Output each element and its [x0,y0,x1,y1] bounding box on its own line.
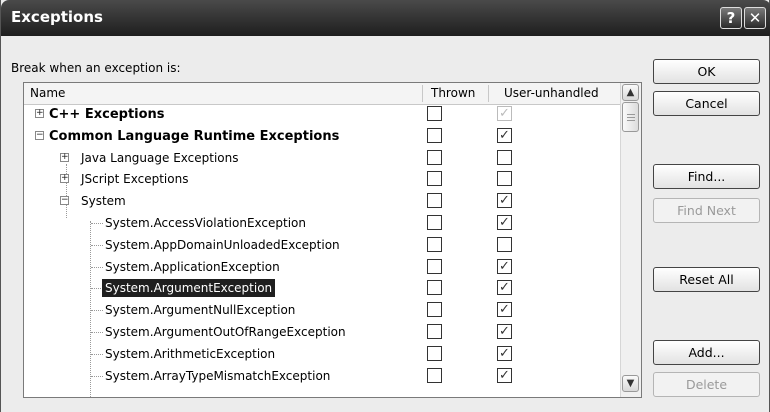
user-unhandled-checkbox[interactable]: ✓ [497,127,512,143]
exception-row[interactable]: System.ApplicationException ✓ [24,257,620,279]
expand-icon[interactable]: + [35,109,44,118]
thrown-checkbox[interactable] [427,367,442,383]
user-unhandled-checkbox[interactable] [497,171,512,187]
delete-button[interactable]: Delete [653,372,760,397]
exception-row[interactable]: − System ✓ [24,191,620,213]
user-unhandled-checkbox[interactable] [497,149,512,165]
exception-row[interactable]: System.ArgumentException ✓ [24,278,620,300]
exception-row[interactable]: − Common Language Runtime Exceptions ✓ [24,126,620,148]
thrown-checkbox[interactable] [427,345,442,361]
exception-row[interactable]: System.ArithmeticException ✓ [24,344,620,366]
user-unhandled-checkbox[interactable]: ✓ [497,280,512,296]
exceptions-tree-grid[interactable]: Name Thrown User-unhandled + C++ Exceptio… [23,82,642,398]
scroll-up-icon[interactable]: ▲ [622,84,639,101]
column-header-name[interactable]: Name [30,86,65,100]
expand-icon[interactable]: + [60,174,69,184]
exception-name[interactable]: System.ArgumentNullException [105,303,295,317]
thrown-checkbox[interactable] [427,258,442,274]
user-unhandled-checkbox[interactable]: ✓ [497,258,512,274]
cancel-button[interactable]: Cancel [653,91,760,116]
grid-header: Name Thrown User-unhandled [24,83,620,105]
expand-icon[interactable]: + [60,152,69,162]
exception-row[interactable]: + Java Language Exceptions [24,148,620,170]
exception-row[interactable]: + C++ Exceptions ✓ [24,104,620,126]
user-unhandled-checkbox[interactable]: ✓ [497,302,512,318]
find-button[interactable]: Find... [653,164,760,189]
collapse-icon[interactable]: − [60,196,69,206]
break-prompt-label: Break when an exception is: [11,61,181,75]
exception-name[interactable]: System [81,194,126,208]
thrown-checkbox[interactable] [427,280,442,296]
exception-name[interactable]: C++ Exceptions [49,107,165,122]
user-unhandled-checkbox[interactable]: ✓ [497,323,512,339]
reset-all-button[interactable]: Reset All [653,267,760,292]
thrown-checkbox[interactable] [427,127,442,143]
user-unhandled-checkbox[interactable]: ✓ [497,345,512,361]
exception-name[interactable]: System.ArrayTypeMismatchException [105,369,330,383]
close-icon[interactable]: ✕ [744,7,766,29]
exception-row[interactable]: + JScript Exceptions [24,169,620,191]
thrown-checkbox[interactable] [427,236,442,252]
vertical-scrollbar[interactable]: ▲ ▼ [620,83,641,397]
exception-name[interactable]: System.AccessViolationException [105,216,306,230]
exception-row[interactable]: System.ArgumentNullException ✓ [24,300,620,322]
exception-name[interactable]: Java Language Exceptions [81,151,239,165]
exception-name[interactable]: System.ArgumentException [102,279,276,298]
thrown-checkbox[interactable] [427,171,442,187]
title-bar: Exceptions ? ✕ [1,0,770,36]
exception-name[interactable]: System.ArgumentOutOfRangeException [105,325,346,339]
exception-name[interactable]: System.ArithmeticException [105,347,275,361]
add-button[interactable]: Add... [653,340,760,365]
thrown-checkbox[interactable] [427,193,442,209]
user-unhandled-checkbox[interactable]: ✓ [497,214,512,230]
thrown-checkbox[interactable] [427,106,442,121]
thrown-checkbox[interactable] [427,323,442,339]
column-header-thrown[interactable]: Thrown [431,86,475,100]
user-unhandled-checkbox[interactable] [497,236,512,252]
dialog-title: Exceptions [11,8,103,26]
thrown-checkbox[interactable] [427,149,442,165]
scroll-down-icon[interactable]: ▼ [622,375,639,392]
ok-button[interactable]: OK [653,59,760,84]
exceptions-dialog: Exceptions ? ✕ Break when an exception i… [0,0,770,412]
exception-row[interactable]: System.ArgumentOutOfRangeException ✓ [24,322,620,344]
column-header-user-unhandled[interactable]: User-unhandled [504,86,599,100]
user-unhandled-checkbox[interactable]: ✓ [497,367,512,383]
exception-name[interactable]: JScript Exceptions [81,172,188,186]
thrown-checkbox[interactable] [427,302,442,318]
scroll-thumb[interactable] [622,102,639,132]
exception-name[interactable]: Common Language Runtime Exceptions [49,129,339,144]
find-next-button[interactable]: Find Next [653,198,760,223]
user-unhandled-checkbox[interactable]: ✓ [497,193,512,209]
help-icon[interactable]: ? [720,7,742,29]
exception-row[interactable]: System.AppDomainUnloadedException [24,235,620,257]
thrown-checkbox[interactable] [427,214,442,230]
exception-name[interactable]: System.ApplicationException [105,260,280,274]
exception-row[interactable]: System.ArrayTypeMismatchException ✓ [24,366,620,388]
exception-name[interactable]: System.AppDomainUnloadedException [105,238,340,252]
user-unhandled-checkbox[interactable]: ✓ [497,106,512,121]
collapse-icon[interactable]: − [35,130,44,140]
exception-rows: + C++ Exceptions ✓ − Common Language Runtime… [24,104,620,397]
exception-row[interactable]: System.AccessViolationException ✓ [24,213,620,235]
